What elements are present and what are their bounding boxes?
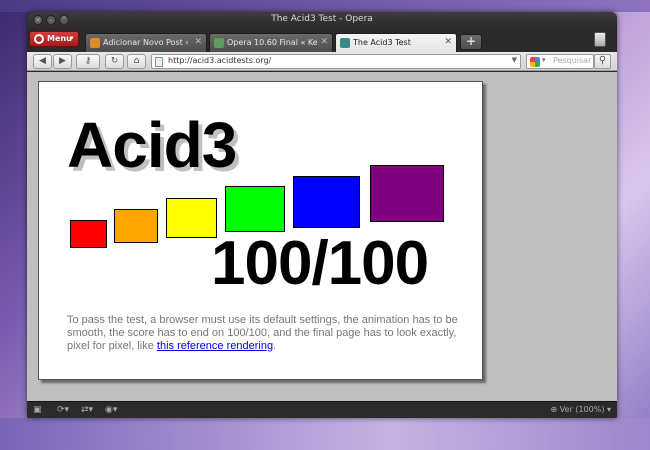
test-description: To pass the test, a browser must use its…: [67, 314, 463, 353]
search-button[interactable]: ⚲: [594, 54, 611, 69]
panel-toggle-icon[interactable]: ▣: [33, 405, 42, 416]
reload-icon: ↻: [110, 56, 119, 66]
back-arrow-icon: ◀: [39, 56, 46, 66]
chevron-down-icon[interactable]: ▼: [512, 56, 517, 64]
close-tab-icon[interactable]: ✕: [194, 37, 202, 47]
reload-button[interactable]: ↻: [105, 54, 124, 69]
view-icon[interactable]: ◉▾: [105, 405, 117, 416]
title-bar: × – ^ The Acid3 Test - Opera: [27, 12, 617, 29]
desktop-top-panel: [0, 0, 650, 12]
chevron-down-icon: ▾: [70, 34, 74, 42]
trash-icon[interactable]: [594, 32, 606, 47]
description-period: .: [273, 340, 277, 352]
yellow-box: [166, 198, 217, 238]
zoom-control[interactable]: ⊕ Ver (100%) ▾: [550, 405, 611, 414]
tab-label: The Acid3 Test: [353, 38, 411, 47]
opera-menu-button[interactable]: Menu ▾: [29, 31, 79, 47]
red-box: [70, 220, 107, 248]
key-icon: ⚷: [84, 56, 92, 66]
score-text: 100/100: [211, 229, 429, 298]
new-tab-button[interactable]: +: [460, 34, 482, 50]
search-placeholder: Pesquisar: [553, 56, 592, 65]
tab-label: Adicionar Novo Post ‹ Ke...: [103, 38, 191, 47]
wand-button[interactable]: ⚷: [76, 54, 100, 69]
favicon-icon: [214, 38, 224, 48]
address-url: http://acid3.acidtests.org/: [168, 56, 272, 65]
opera-logo-icon: [34, 34, 44, 44]
favicon-icon: [340, 38, 350, 48]
orange-box: [114, 209, 158, 243]
page-viewport: Acid3 100/100 To pass the test, a browse…: [27, 72, 617, 401]
unite-icon[interactable]: ⇄▾: [81, 405, 93, 416]
desktop-wallpaper: [0, 418, 650, 450]
zoom-icon: ⊕: [550, 405, 558, 414]
green-box: [225, 186, 285, 232]
forward-arrow-icon: ▶: [59, 56, 66, 66]
window-title: The Acid3 Test - Opera: [271, 14, 373, 24]
status-bar: ▣ ⟳▾ ⇄▾ ◉▾ ⊕ Ver (100%) ▾: [27, 401, 617, 418]
acid3-page: Acid3 100/100 To pass the test, a browse…: [38, 81, 483, 380]
home-icon: ⌂: [133, 56, 140, 66]
browser-window: × – ^ The Acid3 Test - Opera Menu ▾ Adic…: [27, 12, 617, 418]
address-field[interactable]: http://acid3.acidtests.org/ ▼: [151, 54, 521, 69]
purple-box: [370, 165, 444, 222]
back-button[interactable]: ◀: [33, 54, 52, 69]
tab-adicionar-novo-post[interactable]: Adicionar Novo Post ‹ Ke... ✕: [85, 33, 207, 52]
tab-opera-10-60-final[interactable]: Opera 10.60 Final « Kero... ✕: [209, 33, 333, 52]
tab-strip: Menu ▾ Adicionar Novo Post ‹ Ke... ✕ Ope…: [27, 29, 617, 52]
tab-the-acid3-test[interactable]: The Acid3 Test ✕: [335, 33, 457, 52]
turbo-icon[interactable]: ⟳▾: [57, 405, 69, 416]
navigation-toolbar: ◀ ▶ ⚷ ↻ ⌂ http://acid3.acidtests.org/ ▼ …: [27, 52, 617, 71]
menu-label: Menu: [47, 34, 72, 43]
favicon-icon: [90, 38, 100, 48]
page-title: Acid3: [67, 109, 237, 181]
zoom-level: Ver (100%): [559, 405, 605, 414]
home-button[interactable]: ⌂: [127, 54, 146, 69]
tab-label: Opera 10.60 Final « Kero...: [227, 38, 317, 47]
forward-button[interactable]: ▶: [53, 54, 72, 69]
chevron-down-icon: ▾: [606, 405, 611, 414]
reference-rendering-link[interactable]: this reference rendering: [157, 340, 273, 352]
google-icon[interactable]: [530, 57, 540, 67]
close-tab-icon[interactable]: ✕: [320, 37, 328, 47]
search-icon: ⚲: [598, 55, 607, 66]
close-tab-icon[interactable]: ✕: [444, 37, 452, 47]
search-field[interactable]: ▾ Pesquisar: [526, 54, 594, 69]
page-icon: [155, 57, 163, 67]
blue-box: [293, 176, 360, 228]
chevron-down-icon[interactable]: ▾: [542, 56, 546, 64]
